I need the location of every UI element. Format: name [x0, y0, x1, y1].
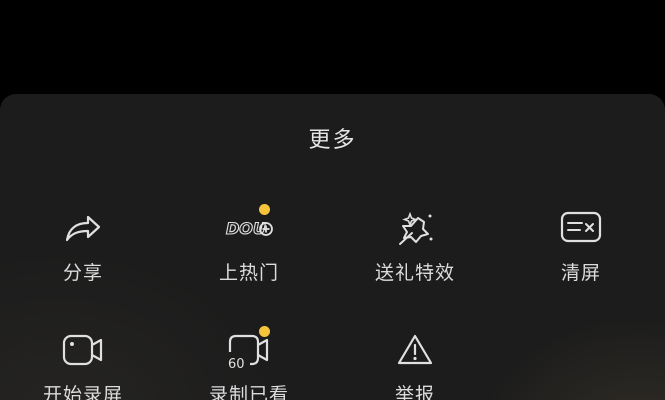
- sheet-title: 更多: [308, 128, 357, 153]
- new-badge-dot: [259, 204, 270, 215]
- report-label: 举报: [394, 384, 435, 400]
- gift-effect-icon: [399, 211, 433, 245]
- record-watched-label: 录制已看: [208, 384, 289, 400]
- new-badge-dot: [259, 326, 270, 337]
- gift-effect-button[interactable]: 送礼特效: [332, 206, 498, 285]
- share-icon: [65, 215, 101, 242]
- report-warning-icon: [397, 334, 433, 365]
- share-button[interactable]: 分享: [0, 206, 166, 285]
- more-options-sheet: 更多 分享 DOU 上热门 送礼特效 清屏 开始录屏 60 录制已看 举报: [0, 94, 665, 400]
- record-icon-text: 60: [228, 357, 245, 372]
- report-button[interactable]: 举报: [332, 328, 498, 400]
- record-watched-button[interactable]: 60 录制已看: [166, 326, 332, 400]
- screen-record-icon: [62, 334, 103, 366]
- screen-record-label: 开始录屏: [42, 384, 123, 400]
- clear-screen-label: 清屏: [560, 262, 601, 284]
- share-label: 分享: [62, 262, 103, 284]
- screen-record-button[interactable]: 开始录屏: [0, 328, 166, 400]
- clear-screen-button[interactable]: 清屏: [498, 206, 664, 285]
- promote-label: 上热门: [218, 262, 279, 284]
- gift-effect-label: 送礼特效: [374, 262, 455, 284]
- promote-button[interactable]: DOU 上热门: [166, 204, 332, 285]
- clear-screen-icon: [560, 211, 602, 243]
